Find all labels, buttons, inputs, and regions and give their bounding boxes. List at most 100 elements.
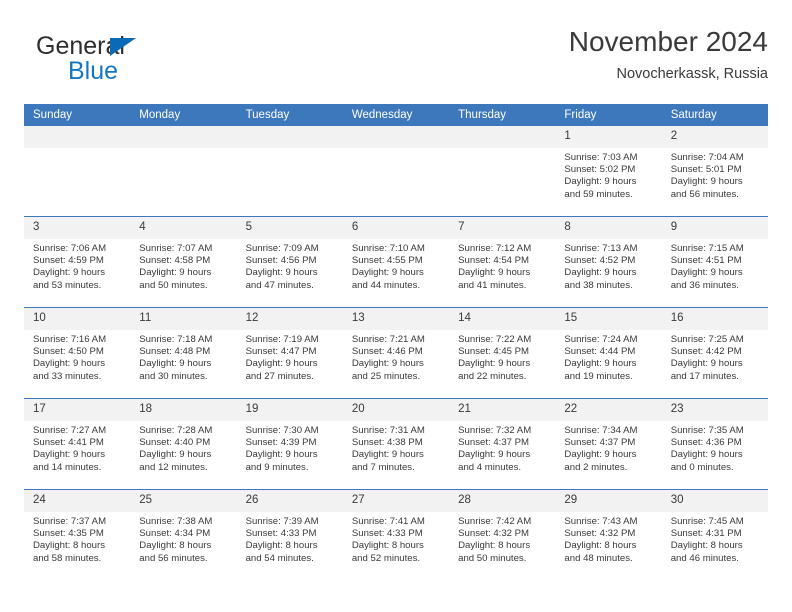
calendar-day-cell[interactable]: 10 Sunrise: 7:16 AM Sunset: 4:50 PM Dayligh… xyxy=(24,307,131,399)
sunset-text: Sunset: 4:40 PM xyxy=(139,437,211,449)
sunrise-text: Sunrise: 7:30 AM xyxy=(245,425,319,436)
sunset-text: Sunset: 4:31 PM xyxy=(670,528,742,540)
calendar-day-cell[interactable]: 29 Sunrise: 7:43 AM Sunset: 4:32 PM Dayligh… xyxy=(555,489,662,580)
page-header: General Blue November 2024 Novocherkassk… xyxy=(24,24,768,96)
calendar-day-cell[interactable]: 9 Sunrise: 7:15 AM Sunset: 4:51 PM Daylight… xyxy=(661,216,768,308)
day-number: 29 xyxy=(555,490,662,512)
daylight-text-line1: Daylight: 9 hours xyxy=(564,358,637,370)
daylight-text-line1: Daylight: 9 hours xyxy=(33,267,105,279)
sunrise-text: Sunrise: 7:18 AM xyxy=(139,334,213,345)
sunset-text: Sunset: 4:55 PM xyxy=(351,255,423,267)
sunrise-text: Sunrise: 7:38 AM xyxy=(139,516,213,527)
daylight-text-line2: and 56 minutes. xyxy=(670,188,739,200)
calendar-day-cell[interactable]: 4 Sunrise: 7:07 AM Sunset: 4:58 PM Daylight… xyxy=(130,216,237,308)
calendar-day-cell[interactable]: 23 Sunrise: 7:35 AM Sunset: 4:36 PM Dayligh… xyxy=(661,398,768,490)
calendar-day-cell[interactable]: 21 Sunrise: 7:32 AM Sunset: 4:37 PM Dayligh… xyxy=(449,398,556,490)
calendar-day-cell[interactable]: 18 Sunrise: 7:28 AM Sunset: 4:40 PM Dayligh… xyxy=(130,398,237,490)
daylight-text-line1: Daylight: 8 hours xyxy=(458,540,531,552)
daylight-text-line2: and 48 minutes. xyxy=(564,552,633,564)
sunset-text: Sunset: 4:47 PM xyxy=(245,346,317,358)
sunrise-text: Sunrise: 7:42 AM xyxy=(458,516,532,527)
calendar-day-cell[interactable]: 6 Sunrise: 7:10 AM Sunset: 4:55 PM Daylight… xyxy=(342,216,450,308)
day-number: 1 xyxy=(555,126,662,148)
calendar-week-row: 17 Sunrise: 7:27 AM Sunset: 4:41 PM Dayligh… xyxy=(24,398,768,490)
day-sun-info: Sunrise: 7:41 AM Sunset: 4:33 PM Daylight:… xyxy=(343,512,449,565)
day-number: 11 xyxy=(130,308,237,330)
sunrise-text: Sunrise: 7:16 AM xyxy=(33,334,107,345)
daylight-text-line1: Daylight: 8 hours xyxy=(670,540,743,552)
calendar-day-cell[interactable]: 2 Sunrise: 7:04 AM Sunset: 5:01 PM Daylight… xyxy=(661,126,768,217)
sunrise-text: Sunrise: 7:43 AM xyxy=(564,516,638,527)
daylight-text-line1: Daylight: 8 hours xyxy=(564,540,637,552)
sunset-text: Sunset: 4:50 PM xyxy=(33,346,104,358)
calendar-day-cell[interactable]: 1 Sunrise: 7:03 AM Sunset: 5:02 PM Daylight… xyxy=(555,126,662,217)
calendar-day-cell[interactable]: 5 Sunrise: 7:09 AM Sunset: 4:56 PM Daylight… xyxy=(236,216,343,308)
daylight-text-line2: and 0 minutes. xyxy=(670,461,734,473)
day-sun-info: Sunrise: 7:22 AM Sunset: 4:45 PM Daylight:… xyxy=(449,330,555,383)
calendar-day-cell[interactable]: 19 Sunrise: 7:30 AM Sunset: 4:39 PM Dayligh… xyxy=(236,398,343,490)
calendar-day-cell[interactable]: 27 Sunrise: 7:41 AM Sunset: 4:33 PM Dayligh… xyxy=(342,489,450,580)
daylight-text-line1: Daylight: 9 hours xyxy=(245,267,318,279)
day-sun-info: Sunrise: 7:04 AM Sunset: 5:01 PM Daylight:… xyxy=(662,148,768,201)
daylight-text-line1: Daylight: 9 hours xyxy=(670,449,743,461)
calendar-day-cell[interactable]: 11 Sunrise: 7:18 AM Sunset: 4:48 PM Dayligh… xyxy=(130,307,237,399)
calendar-day-cell[interactable]: 15 Sunrise: 7:24 AM Sunset: 4:44 PM Dayligh… xyxy=(555,307,662,399)
sunrise-text: Sunrise: 7:37 AM xyxy=(33,516,107,527)
daylight-text-line1: Daylight: 9 hours xyxy=(564,176,637,188)
day-number: 15 xyxy=(555,308,662,330)
calendar-day-cell[interactable]: 7 Sunrise: 7:12 AM Sunset: 4:54 PM Daylight… xyxy=(449,216,556,308)
day-sun-info: Sunrise: 7:31 AM Sunset: 4:38 PM Daylight:… xyxy=(343,421,449,474)
day-sun-info: Sunrise: 7:15 AM Sunset: 4:51 PM Daylight:… xyxy=(662,239,768,292)
daylight-text-line1: Daylight: 9 hours xyxy=(33,358,105,370)
daylight-text-line2: and 59 minutes. xyxy=(564,188,633,200)
sunrise-text: Sunrise: 7:39 AM xyxy=(245,516,319,527)
logo-general-blue[interactable]: General Blue xyxy=(36,32,266,88)
calendar-day-cell[interactable]: 12 Sunrise: 7:19 AM Sunset: 4:47 PM Dayligh… xyxy=(236,307,343,399)
calendar-day-cell[interactable]: 25 Sunrise: 7:38 AM Sunset: 4:34 PM Dayligh… xyxy=(130,489,237,580)
calendar-day-cell[interactable]: 26 Sunrise: 7:39 AM Sunset: 4:33 PM Dayligh… xyxy=(236,489,343,580)
day-sun-info: Sunrise: 7:06 AM Sunset: 4:59 PM Daylight:… xyxy=(24,239,130,292)
calendar-week-row: 24 Sunrise: 7:37 AM Sunset: 4:35 PM Dayligh… xyxy=(24,489,768,580)
day-number: 10 xyxy=(24,308,131,330)
day-number: 9 xyxy=(661,217,768,239)
calendar-day-cell-empty xyxy=(130,126,237,217)
calendar-day-cell[interactable]: 16 Sunrise: 7:25 AM Sunset: 4:42 PM Dayligh… xyxy=(661,307,768,399)
daylight-text-line2: and 17 minutes. xyxy=(670,370,739,382)
triangle-icon xyxy=(110,38,136,56)
sunset-text: Sunset: 4:33 PM xyxy=(245,528,317,540)
daylight-text-line2: and 58 minutes. xyxy=(33,552,102,564)
calendar-day-cell[interactable]: 30 Sunrise: 7:45 AM Sunset: 4:31 PM Dayligh… xyxy=(661,489,768,580)
calendar-day-cell[interactable]: 22 Sunrise: 7:34 AM Sunset: 4:37 PM Dayligh… xyxy=(555,398,662,490)
page-subtitle: Novocherkassk, Russia xyxy=(616,66,769,82)
daylight-text-line1: Daylight: 9 hours xyxy=(351,358,424,370)
daylight-text-line2: and 27 minutes. xyxy=(245,370,314,382)
calendar-day-cell[interactable]: 13 Sunrise: 7:21 AM Sunset: 4:46 PM Dayligh… xyxy=(342,307,450,399)
calendar-day-cell[interactable]: 28 Sunrise: 7:42 AM Sunset: 4:32 PM Dayligh… xyxy=(449,489,556,580)
calendar-day-cell[interactable]: 24 Sunrise: 7:37 AM Sunset: 4:35 PM Dayligh… xyxy=(24,489,131,580)
daylight-text-line1: Daylight: 9 hours xyxy=(351,267,424,279)
daylight-text-line2: and 25 minutes. xyxy=(351,370,421,382)
calendar-day-cell[interactable]: 3 Sunrise: 7:06 AM Sunset: 4:59 PM Daylight… xyxy=(24,216,131,308)
sunrise-text: Sunrise: 7:12 AM xyxy=(458,243,532,254)
calendar-day-cell[interactable]: 20 Sunrise: 7:31 AM Sunset: 4:38 PM Dayligh… xyxy=(342,398,450,490)
daylight-text-line2: and 41 minutes. xyxy=(458,279,527,291)
sunset-text: Sunset: 4:35 PM xyxy=(33,528,104,540)
sunrise-text: Sunrise: 7:22 AM xyxy=(458,334,532,345)
day-number: 30 xyxy=(661,490,768,512)
sunset-text: Sunset: 5:02 PM xyxy=(564,164,636,176)
calendar-day-cell[interactable]: 17 Sunrise: 7:27 AM Sunset: 4:41 PM Dayligh… xyxy=(24,398,131,490)
sunrise-text: Sunrise: 7:24 AM xyxy=(564,334,638,345)
calendar-day-cell[interactable]: 14 Sunrise: 7:22 AM Sunset: 4:45 PM Dayligh… xyxy=(449,307,556,399)
sunrise-text: Sunrise: 7:27 AM xyxy=(33,425,107,436)
day-sun-info: Sunrise: 7:38 AM Sunset: 4:34 PM Daylight:… xyxy=(130,512,236,565)
sunrise-text: Sunrise: 7:07 AM xyxy=(139,243,213,254)
day-number: 6 xyxy=(342,217,450,239)
daylight-text-line1: Daylight: 9 hours xyxy=(245,449,318,461)
calendar-day-cell[interactable]: 8 Sunrise: 7:13 AM Sunset: 4:52 PM Daylight… xyxy=(555,216,662,308)
daylight-text-line1: Daylight: 9 hours xyxy=(670,267,743,279)
sunrise-text: Sunrise: 7:19 AM xyxy=(245,334,319,345)
daylight-text-line1: Daylight: 9 hours xyxy=(139,449,212,461)
daylight-text-line1: Daylight: 9 hours xyxy=(351,449,424,461)
day-number: 4 xyxy=(130,217,237,239)
sunrise-text: Sunrise: 7:09 AM xyxy=(245,243,319,254)
